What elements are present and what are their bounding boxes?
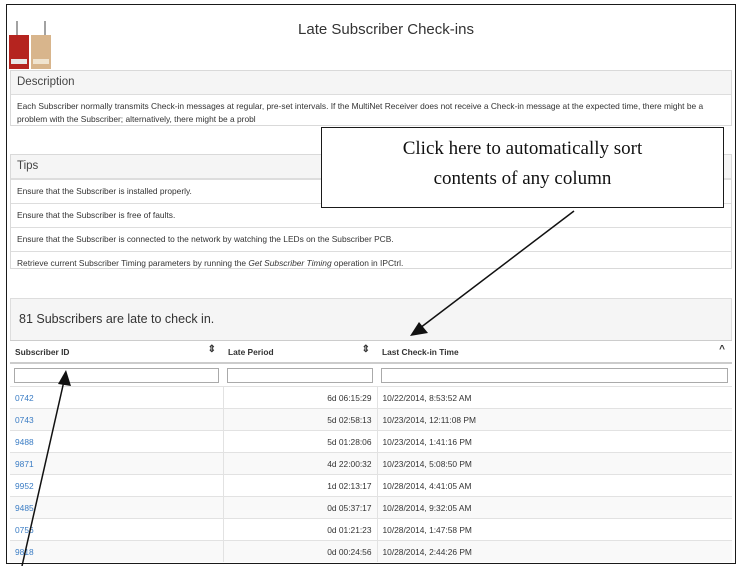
subscriber-id-link[interactable]: 9871 <box>15 459 34 469</box>
column-label: Last Check-in Time <box>382 346 459 357</box>
tip-item: Retrieve current Subscriber Timing param… <box>11 251 731 275</box>
late-period-cell: 6d 06:15:29 <box>222 386 378 409</box>
subscriber-id-link[interactable]: 9952 <box>15 481 34 491</box>
last-checkin-cell: 10/23/2014, 12:11:08 PM <box>377 408 732 431</box>
last-checkin-filter-input[interactable] <box>381 367 728 383</box>
subscriber-id-link[interactable]: 0742 <box>15 393 34 403</box>
last-checkin-cell: 10/28/2014, 2:44:26 PM <box>377 540 732 562</box>
late-period-cell: 4d 22:00:32 <box>222 452 378 475</box>
late-subscribers-table: Subscriber ID ⇕ Late Period ⇕ Last Check-i… <box>10 340 732 562</box>
sort-callout: Click here to automatically sort content… <box>321 127 724 208</box>
column-header-subscriber-id[interactable]: Subscriber ID ⇕ <box>10 340 223 364</box>
description-panel: Description Each Subscriber normally tra… <box>10 70 732 126</box>
table-row: 9488 5d 01:28:06 10/23/2014, 1:41:16 PM <box>10 430 732 453</box>
table-row: 9871 4d 22:00:32 10/23/2014, 5:08:50 PM <box>10 452 732 475</box>
callout-line: Click here to automatically sort <box>402 138 643 159</box>
description-text: Each Subscriber normally transmits Check… <box>17 101 704 124</box>
last-checkin-cell: 10/23/2014, 5:08:50 PM <box>377 452 732 475</box>
late-period-cell: 0d 00:24:56 <box>222 540 378 562</box>
subscriber-id-cell: 9488 <box>10 430 223 453</box>
late-period-cell: 0d 01:21:23 <box>222 518 378 541</box>
tip-item: Ensure that the Subscriber is connected … <box>11 227 731 251</box>
operation-name: Get Subscriber Timing <box>248 258 332 268</box>
description-heading: Description <box>11 71 731 95</box>
sort-updown-icon[interactable]: ⇕ <box>362 344 370 355</box>
table-row: 9818 0d 00:24:56 10/28/2014, 2:44:26 PM <box>10 540 732 562</box>
column-label: Late Period <box>228 346 274 357</box>
late-period-cell: 5d 02:58:13 <box>222 408 378 431</box>
subscriber-id-link[interactable]: 0743 <box>15 415 34 425</box>
late-period-cell: 5d 01:28:06 <box>222 430 378 453</box>
table-row: 0742 6d 06:15:29 10/22/2014, 8:53:52 AM <box>10 386 732 409</box>
last-checkin-cell: 10/22/2014, 8:53:52 AM <box>377 386 732 409</box>
subscriber-id-cell: 9818 <box>10 540 223 562</box>
column-header-late-period[interactable]: Late Period ⇕ <box>223 340 377 364</box>
subscriber-id-cell: 0743 <box>10 408 223 431</box>
filter-cell <box>10 363 223 387</box>
column-header-last-checkin[interactable]: Last Check-in Time ^ <box>377 340 732 364</box>
column-label: Subscriber ID <box>15 346 70 357</box>
late-period-filter-input[interactable] <box>227 367 373 383</box>
subscriber-id-cell: 0742 <box>10 386 223 409</box>
tip-text: operation in IPCtrl. <box>331 258 404 268</box>
table-row: 9952 1d 02:13:17 10/28/2014, 4:41:05 AM <box>10 474 732 497</box>
late-period-cell: 0d 05:37:17 <box>222 496 378 519</box>
sort-ascending-icon[interactable]: ^ <box>719 344 725 355</box>
sort-updown-icon[interactable]: ⇕ <box>208 344 216 355</box>
callout-line: contents of any column <box>433 168 612 189</box>
late-summary: 81 Subscribers are late to check in. <box>10 298 732 340</box>
tip-text: Retrieve current Subscriber Timing param… <box>17 258 249 268</box>
last-checkin-cell: 10/28/2014, 4:41:05 AM <box>377 474 732 497</box>
subscriber-id-link[interactable]: 9488 <box>15 437 34 447</box>
last-checkin-cell: 10/28/2014, 1:47:58 PM <box>377 518 732 541</box>
filter-cell <box>377 363 732 387</box>
last-checkin-cell: 10/23/2014, 1:41:16 PM <box>377 430 732 453</box>
subscriber-id-cell: 9485 <box>10 496 223 519</box>
table-row: 9485 0d 05:37:17 10/28/2014, 9:32:05 AM <box>10 496 732 519</box>
subscriber-id-cell: 9952 <box>10 474 223 497</box>
subscriber-id-link[interactable]: 9485 <box>15 503 34 513</box>
table-row: 0756 0d 01:21:23 10/28/2014, 1:47:58 PM <box>10 518 732 541</box>
late-period-cell: 1d 02:13:17 <box>222 474 378 497</box>
subscriber-id-cell: 0756 <box>10 518 223 541</box>
subscriber-id-filter-input[interactable] <box>14 367 219 383</box>
last-checkin-cell: 10/28/2014, 9:32:05 AM <box>377 496 732 519</box>
page-title: Late Subscriber Check-ins <box>298 21 474 38</box>
table-row: 0743 5d 02:58:13 10/23/2014, 12:11:08 PM <box>10 408 732 431</box>
subscriber-id-link[interactable]: 9818 <box>15 547 34 557</box>
subscriber-id-cell: 9871 <box>10 452 223 475</box>
subscriber-id-link[interactable]: 0756 <box>15 525 34 535</box>
filter-row <box>10 363 732 387</box>
filter-cell <box>223 363 377 387</box>
